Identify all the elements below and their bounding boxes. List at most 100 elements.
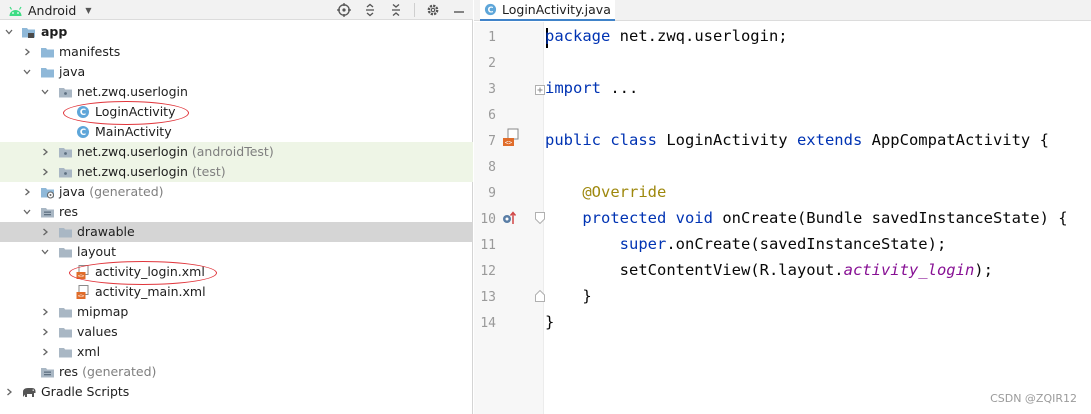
minimize-icon[interactable] [451, 2, 467, 18]
tree-node-package-androidtest[interactable]: net.zwq.userlogin (androidTest) [0, 142, 473, 162]
chevron-down-icon[interactable] [39, 86, 51, 98]
select-opened-file-icon[interactable] [336, 2, 352, 18]
tree-label-mipmap: mipmap [77, 304, 129, 319]
tree-node-manifests[interactable]: manifests [0, 42, 473, 62]
tree-hint-test: (test) [191, 164, 226, 179]
code-area[interactable]: package net.zwq.userlogin; import ... publ… [545, 22, 1091, 414]
fold-marker-icon[interactable] [535, 289, 545, 302]
tree-node-app[interactable]: app [0, 22, 473, 42]
tree-node-mainactivity[interactable]: C MainActivity [0, 122, 473, 142]
package-icon [58, 85, 73, 99]
java-class-icon: C [76, 125, 91, 139]
tree-label-mainactivity: MainActivity [95, 124, 172, 139]
chevron-down-icon[interactable] [21, 206, 33, 218]
chevron-down-icon[interactable] [3, 26, 15, 38]
chevron-right-icon[interactable] [39, 306, 51, 318]
line-number: 13 [480, 290, 496, 305]
code-token: } [545, 313, 555, 331]
project-view-selector[interactable]: Android ▼ [8, 1, 91, 19]
project-panel-toolbar [336, 1, 467, 19]
chevron-right-icon[interactable] [39, 346, 51, 358]
tree-node-res-generated[interactable]: res (generated) [0, 362, 473, 382]
tree-node-mipmap[interactable]: mipmap [0, 302, 473, 322]
tree-node-activity-main-xml[interactable]: <> activity_main.xml [0, 282, 473, 302]
svg-text:<>: <> [505, 139, 513, 146]
line-number: 8 [488, 160, 496, 175]
code-line-1: package net.zwq.userlogin; [545, 27, 788, 45]
line-number: 2 [488, 56, 496, 71]
code-line-3: import ... [545, 79, 638, 97]
tree-node-java[interactable]: java [0, 62, 473, 82]
tab-loginactivity-java[interactable]: C LoginActivity.java [480, 0, 615, 21]
tree-label-values: values [77, 324, 118, 339]
line-number: 12 [480, 264, 496, 279]
tree-label-xml: xml [77, 344, 101, 359]
chevron-right-icon[interactable] [39, 326, 51, 338]
chevron-right-icon[interactable] [39, 146, 51, 158]
expand-all-icon[interactable] [362, 2, 378, 18]
code-line-11: super.onCreate(savedInstanceState); [545, 235, 947, 253]
line-number: 6 [488, 108, 496, 123]
tree-node-drawable[interactable]: drawable [0, 222, 473, 242]
resources-folder-icon [40, 205, 55, 219]
svg-text:<>: <> [78, 294, 85, 300]
tree-node-package-test[interactable]: net.zwq.userlogin (test) [0, 162, 473, 182]
tree-label-package-test: net.zwq.userlogin [77, 164, 188, 179]
tree-label-drawable: drawable [77, 224, 135, 239]
tree-label-res: res [59, 204, 79, 219]
annotation-ellipse-activity-login [69, 261, 217, 285]
tree-node-values[interactable]: values [0, 322, 473, 342]
editor-gutter: 1 2 3 6 7 8 9 10 11 12 13 14 <> [474, 22, 545, 414]
code-line-14: } [545, 313, 554, 331]
package-icon [58, 165, 73, 179]
fold-expand-icon[interactable] [535, 83, 545, 95]
tree-label-manifests: manifests [59, 44, 121, 59]
code-token: } [545, 287, 592, 305]
chevron-right-icon[interactable] [21, 186, 33, 198]
code-token: LoginActivity [656, 131, 797, 149]
tree-node-layout[interactable]: layout [0, 242, 473, 262]
fold-marker-icon[interactable] [535, 212, 545, 225]
override-method-icon[interactable] [501, 210, 517, 229]
project-panel: Android ▼ app manifests java net.zwq.use… [0, 0, 473, 414]
svg-text:C: C [80, 128, 86, 138]
code-token: super [619, 235, 667, 253]
tree-label-res-generated: res [59, 364, 79, 379]
android-icon [8, 5, 23, 16]
chevron-right-icon[interactable] [39, 166, 51, 178]
generated-folder-icon [40, 185, 55, 199]
chevron-right-icon[interactable] [21, 46, 33, 58]
code-line-13: } [545, 287, 592, 305]
project-view-label: Android [28, 2, 77, 18]
code-token: protected void [582, 209, 713, 227]
chevron-right-icon[interactable] [3, 386, 15, 398]
chevron-down-icon[interactable] [39, 246, 51, 258]
code-token: ... [601, 79, 639, 97]
project-panel-header: Android ▼ [0, 0, 473, 20]
tree-hint-generated: (generated) [89, 184, 164, 199]
chevron-right-icon[interactable] [39, 226, 51, 238]
tree-label-package-androidtest: net.zwq.userlogin [77, 144, 188, 159]
watermark: CSDN @ZQIR12 [990, 392, 1077, 405]
java-class-icon: C [484, 3, 497, 16]
tree-node-res[interactable]: res [0, 202, 473, 222]
line-number: 1 [488, 30, 496, 45]
tree-node-java-generated[interactable]: java (generated) [0, 182, 473, 202]
tree-label-package: net.zwq.userlogin [77, 84, 188, 99]
tree-node-gradle-scripts[interactable]: Gradle Scripts [0, 382, 473, 402]
folder-icon [58, 345, 73, 359]
editor-tab-bar: C LoginActivity.java [474, 0, 1091, 21]
chevron-down-icon: ▼ [85, 5, 92, 15]
chevron-down-icon[interactable] [21, 66, 33, 78]
gradle-elephant-icon [21, 385, 36, 399]
gear-icon[interactable] [425, 2, 441, 18]
collapse-all-icon[interactable] [388, 2, 404, 18]
related-layout-icon[interactable]: <> [502, 128, 520, 153]
tree-node-xml[interactable]: xml [0, 342, 473, 362]
folder-icon [58, 245, 73, 259]
tree-node-package-main[interactable]: net.zwq.userlogin [0, 82, 473, 102]
code-token: @Override [582, 183, 667, 201]
layout-xml-file-icon: <> [76, 285, 91, 300]
tree-hint-androidtest: (androidTest) [191, 144, 274, 159]
